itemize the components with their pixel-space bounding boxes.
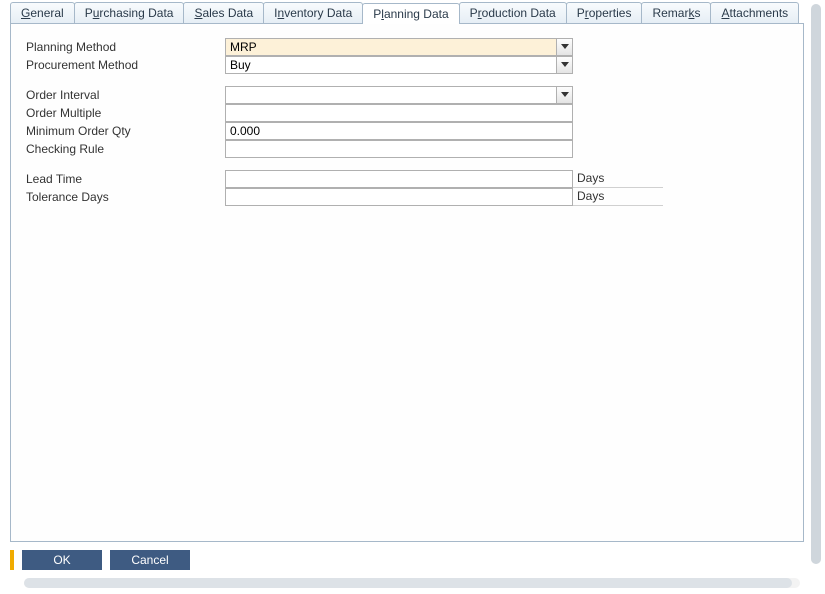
tab-properties[interactable]: Properties <box>566 2 643 23</box>
field-order-interval[interactable] <box>225 86 573 104</box>
input-order-interval[interactable] <box>226 87 556 103</box>
label-order-multiple: Order Multiple <box>25 105 225 121</box>
label-order-interval: Order Interval <box>25 87 225 103</box>
suffix-tolerance-days: Days <box>573 188 663 206</box>
field-planning-method[interactable] <box>225 38 573 56</box>
field-lead-time[interactable] <box>225 170 573 188</box>
chevron-down-icon[interactable] <box>556 87 572 103</box>
label-procurement-method: Procurement Method <box>25 57 225 73</box>
vertical-scrollbar[interactable] <box>811 4 821 564</box>
tab-sales-data[interactable]: Sales Data <box>183 2 264 23</box>
field-tolerance-days[interactable] <box>225 188 573 206</box>
input-lead-time[interactable] <box>226 171 572 187</box>
tab-remarks[interactable]: Remarks <box>641 2 711 23</box>
tab-general[interactable]: General <box>10 2 75 23</box>
tab-production-data[interactable]: Production Data <box>459 2 567 23</box>
input-procurement-method[interactable] <box>226 57 556 73</box>
cancel-button[interactable]: Cancel <box>110 550 190 570</box>
label-checking-rule: Checking Rule <box>25 141 225 157</box>
label-tolerance-days: Tolerance Days <box>25 189 225 205</box>
accent-bar <box>10 550 14 570</box>
tab-planning-data[interactable]: Planning Data <box>362 3 459 24</box>
input-order-multiple[interactable] <box>226 105 572 121</box>
label-planning-method: Planning Method <box>25 39 225 55</box>
field-procurement-method[interactable] <box>225 56 573 74</box>
tab-purchasing-data[interactable]: Purchasing Data <box>74 2 185 23</box>
chevron-down-icon[interactable] <box>556 57 572 73</box>
planning-data-panel: Planning Method Procurement Method Order I… <box>10 24 804 542</box>
vertical-scrollbar-thumb[interactable] <box>811 4 821 564</box>
horizontal-scrollbar[interactable] <box>24 578 800 588</box>
suffix-lead-time: Days <box>573 170 663 188</box>
label-lead-time: Lead Time <box>25 171 225 187</box>
tab-attachments[interactable]: Attachments <box>710 2 799 23</box>
field-minimum-order-qty[interactable] <box>225 122 573 140</box>
input-tolerance-days[interactable] <box>226 189 572 205</box>
input-checking-rule[interactable] <box>226 141 572 157</box>
horizontal-scrollbar-thumb[interactable] <box>24 578 792 588</box>
ok-button[interactable]: OK <box>22 550 102 570</box>
tab-bar: GeneralPurchasing DataSales DataInventor… <box>10 2 804 24</box>
tab-inventory-data[interactable]: Inventory Data <box>263 2 363 23</box>
field-checking-rule[interactable] <box>225 140 573 158</box>
input-planning-method[interactable] <box>226 39 556 55</box>
label-minimum-order-qty: Minimum Order Qty <box>25 123 225 139</box>
chevron-down-icon[interactable] <box>556 39 572 55</box>
field-order-multiple[interactable] <box>225 104 573 122</box>
input-minimum-order-qty[interactable] <box>226 123 572 139</box>
